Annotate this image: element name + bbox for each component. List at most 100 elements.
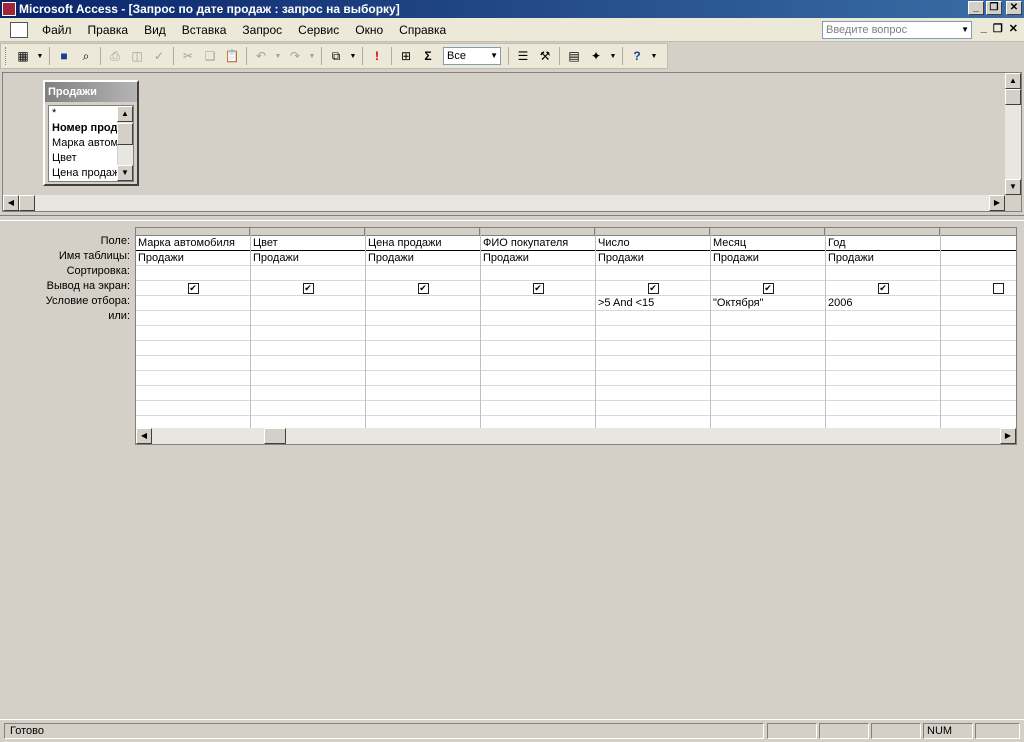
redo-icon[interactable]: ↷ bbox=[286, 47, 304, 65]
grid-column[interactable]: Цена продажи Продажи ✔ bbox=[366, 228, 481, 429]
pane-splitter[interactable] bbox=[0, 215, 1024, 221]
or-cell[interactable] bbox=[826, 386, 940, 401]
or-cell[interactable] bbox=[596, 326, 710, 341]
or-cell[interactable] bbox=[596, 371, 710, 386]
or-cell[interactable] bbox=[596, 401, 710, 416]
or-cell[interactable] bbox=[366, 341, 480, 356]
or-cell[interactable] bbox=[366, 356, 480, 371]
grid-column[interactable]: Число Продажи ✔ >5 And <15 bbox=[596, 228, 711, 429]
or-cell[interactable] bbox=[366, 326, 480, 341]
sort-cell[interactable] bbox=[136, 266, 250, 281]
field-cell[interactable]: Число bbox=[596, 236, 710, 251]
field-cell[interactable] bbox=[941, 236, 1016, 251]
show-cell[interactable]: ✔ bbox=[711, 281, 825, 296]
or-cell[interactable] bbox=[251, 311, 365, 326]
doc-close-button[interactable]: ✕ bbox=[1009, 22, 1018, 35]
menu-view[interactable]: Вид bbox=[136, 23, 174, 37]
or-cell[interactable] bbox=[481, 401, 595, 416]
help-icon[interactable]: ? bbox=[628, 47, 646, 65]
properties-icon[interactable]: ☰ bbox=[514, 47, 532, 65]
scroll-up-icon[interactable]: ▲ bbox=[117, 106, 133, 122]
or-cell[interactable] bbox=[481, 341, 595, 356]
document-icon[interactable] bbox=[10, 21, 28, 38]
scroll-thumb[interactable] bbox=[1005, 89, 1021, 105]
chevron-down-icon[interactable]: ▼ bbox=[490, 48, 498, 64]
field-list-title[interactable]: Продажи bbox=[45, 82, 137, 102]
field-cell[interactable]: Год bbox=[826, 236, 940, 251]
ask-question-input[interactable]: Введите вопрос ▼ bbox=[822, 21, 972, 39]
show-checkbox[interactable]: ✔ bbox=[877, 282, 889, 294]
column-selector[interactable] bbox=[366, 228, 480, 236]
show-cell[interactable]: ✔ bbox=[366, 281, 480, 296]
field-list-item[interactable]: Цвет bbox=[49, 151, 119, 166]
scroll-right-icon[interactable]: ▶ bbox=[989, 195, 1005, 211]
or-cell[interactable] bbox=[941, 386, 1016, 401]
undo-icon[interactable]: ↶ bbox=[252, 47, 270, 65]
or-cell[interactable] bbox=[251, 356, 365, 371]
minimize-button[interactable]: _ bbox=[968, 1, 984, 15]
save-icon[interactable]: ■ bbox=[55, 47, 73, 65]
or-cell[interactable] bbox=[826, 341, 940, 356]
column-selector[interactable] bbox=[251, 228, 365, 236]
or-cell[interactable] bbox=[826, 326, 940, 341]
or-cell[interactable] bbox=[711, 356, 825, 371]
scroll-left-icon[interactable]: ◀ bbox=[3, 195, 19, 211]
show-cell[interactable]: ✔ bbox=[826, 281, 940, 296]
or-cell[interactable] bbox=[251, 341, 365, 356]
top-values-select[interactable]: Все ▼ bbox=[443, 47, 501, 65]
column-selector[interactable] bbox=[826, 228, 940, 236]
column-selector[interactable] bbox=[596, 228, 710, 236]
print-preview-icon[interactable]: ◫ bbox=[128, 47, 146, 65]
scroll-thumb[interactable] bbox=[19, 195, 35, 211]
menu-insert[interactable]: Вставка bbox=[174, 23, 235, 37]
search-icon[interactable]: ⌕ bbox=[77, 47, 95, 65]
sort-cell[interactable] bbox=[711, 266, 825, 281]
or-cell[interactable] bbox=[136, 326, 250, 341]
or-cell[interactable] bbox=[826, 311, 940, 326]
or-cell[interactable] bbox=[596, 386, 710, 401]
scroll-thumb[interactable] bbox=[117, 123, 133, 145]
field-cell[interactable]: ФИО покупателя bbox=[481, 236, 595, 251]
or-cell[interactable] bbox=[941, 341, 1016, 356]
show-cell[interactable]: ✔ bbox=[136, 281, 250, 296]
redo-dropdown-icon[interactable]: ▼ bbox=[308, 47, 316, 65]
or-cell[interactable] bbox=[596, 356, 710, 371]
table-cell[interactable]: Продажи bbox=[136, 251, 250, 266]
field-list-prodazhi[interactable]: Продажи * Номер прода Марка автом Цвет Ц… bbox=[43, 80, 139, 186]
table-cell[interactable]: Продажи bbox=[596, 251, 710, 266]
doc-minimize-button[interactable]: _ bbox=[981, 22, 987, 35]
toolbar-grip[interactable] bbox=[5, 47, 8, 65]
menu-file[interactable]: Файл bbox=[34, 23, 80, 37]
criteria-cell[interactable] bbox=[251, 296, 365, 311]
toolbar-options-icon[interactable]: ▼ bbox=[650, 47, 658, 65]
grid-column[interactable]: Год Продажи ✔ 2006 bbox=[826, 228, 941, 429]
grid-hscrollbar[interactable]: ◀ ▶ bbox=[136, 428, 1016, 444]
or-cell[interactable] bbox=[136, 311, 250, 326]
scroll-down-icon[interactable]: ▼ bbox=[1005, 179, 1021, 195]
show-checkbox[interactable]: ✔ bbox=[302, 282, 314, 294]
copy-icon[interactable]: ❏ bbox=[201, 47, 219, 65]
or-cell[interactable] bbox=[711, 401, 825, 416]
grid-column[interactable]: ФИО покупателя Продажи ✔ bbox=[481, 228, 596, 429]
cut-icon[interactable]: ✂ bbox=[179, 47, 197, 65]
table-cell[interactable]: Продажи bbox=[481, 251, 595, 266]
show-checkbox[interactable]: ✔ bbox=[647, 282, 659, 294]
show-checkbox[interactable]: ✔ bbox=[187, 282, 199, 294]
criteria-cell[interactable] bbox=[366, 296, 480, 311]
column-selector[interactable] bbox=[481, 228, 595, 236]
view-dropdown-icon[interactable]: ▼ bbox=[36, 47, 44, 65]
or-cell[interactable] bbox=[481, 356, 595, 371]
criteria-cell[interactable] bbox=[941, 296, 1016, 311]
sort-cell[interactable] bbox=[596, 266, 710, 281]
show-cell[interactable]: ✔ bbox=[481, 281, 595, 296]
new-object-icon[interactable]: ✦ bbox=[587, 47, 605, 65]
field-cell[interactable]: Марка автомобиля bbox=[136, 236, 250, 251]
show-checkbox[interactable]: ✔ bbox=[532, 282, 544, 294]
or-cell[interactable] bbox=[481, 386, 595, 401]
or-cell[interactable] bbox=[136, 401, 250, 416]
or-cell[interactable] bbox=[136, 386, 250, 401]
or-cell[interactable] bbox=[366, 386, 480, 401]
or-cell[interactable] bbox=[711, 311, 825, 326]
or-cell[interactable] bbox=[136, 356, 250, 371]
or-cell[interactable] bbox=[366, 371, 480, 386]
